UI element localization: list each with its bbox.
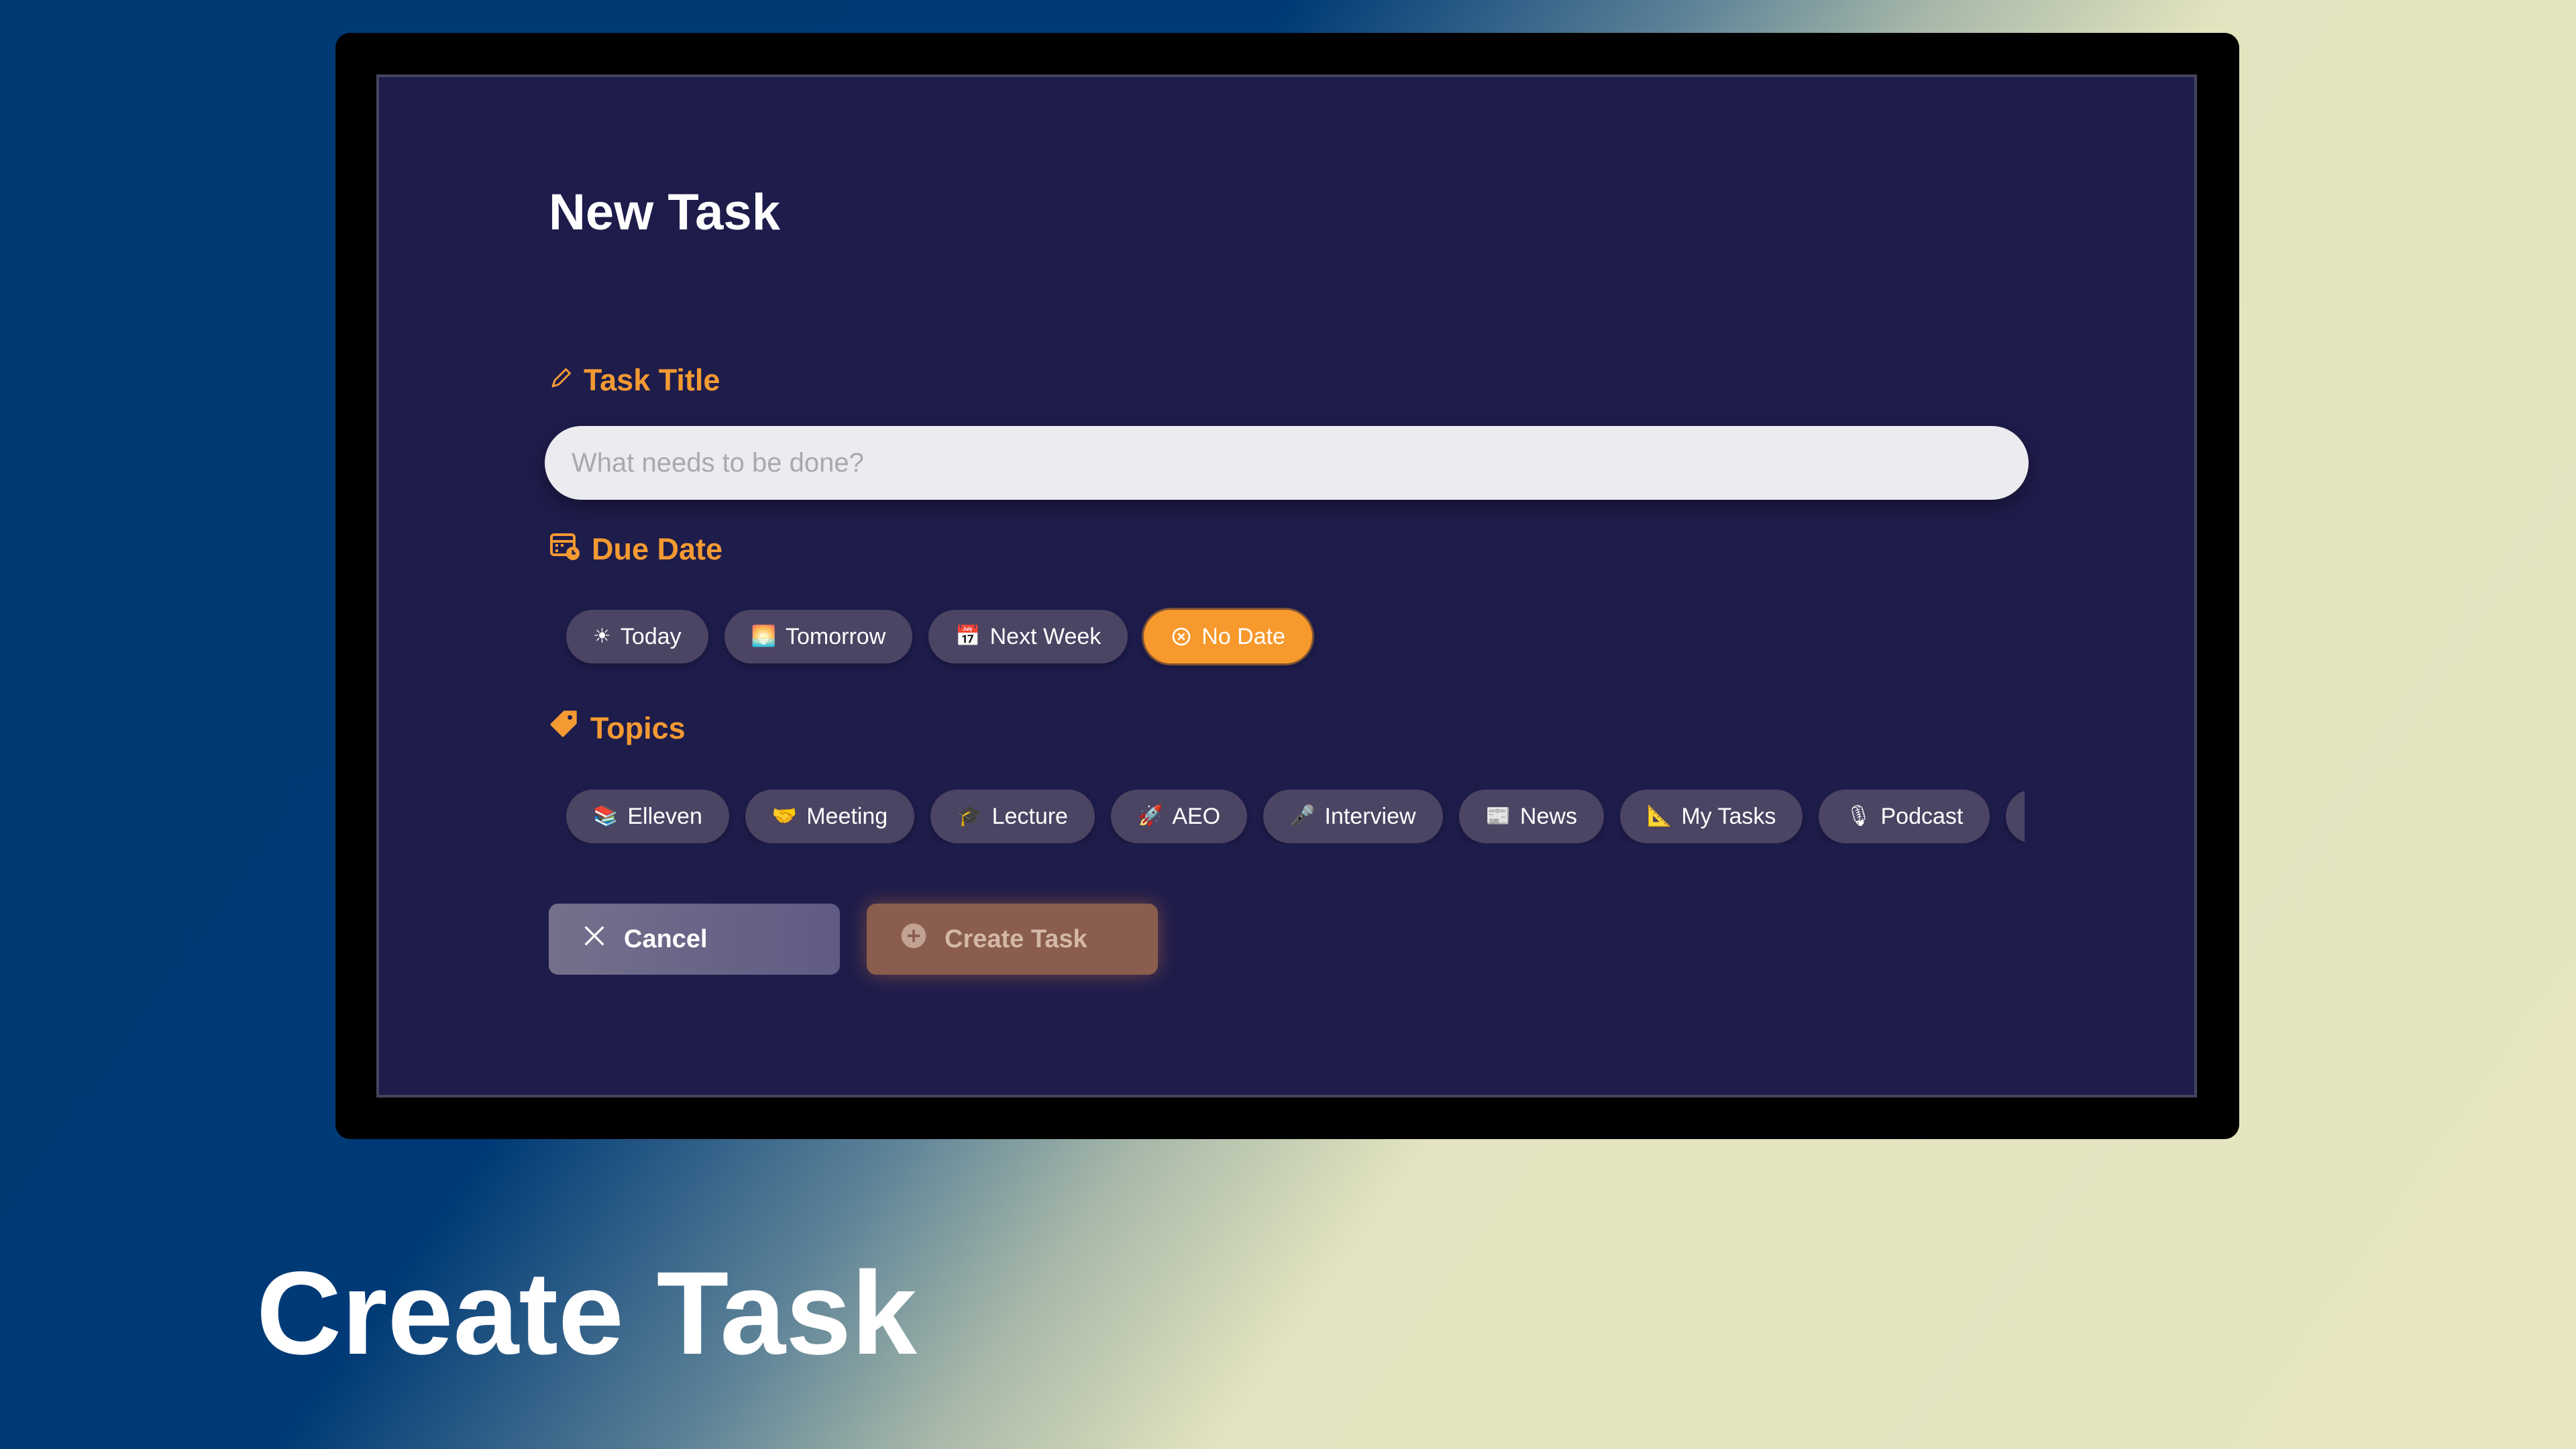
chip-label: Podcast (1880, 803, 1964, 829)
device-frame: New Task Task Title What needs to be don… (335, 33, 2239, 1139)
topics-label-text: Topics (590, 710, 686, 745)
cancel-button[interactable]: Cancel (549, 904, 840, 975)
cancel-button-label: Cancel (624, 924, 708, 953)
topic-news-chip[interactable]: 📰 News (1458, 790, 1604, 843)
studio-microphone-icon: 🎙 (1845, 805, 1872, 827)
task-title-label-text: Task Title (584, 363, 720, 397)
task-title-input[interactable] (545, 426, 2029, 500)
due-date-options: ☀ Today 🌅 Tomorrow 📅 Next Week No Date (566, 610, 1312, 663)
tag-icon (549, 709, 580, 747)
topic-meeting-chip[interactable]: 🤝 Meeting (745, 790, 915, 843)
app-screen: New Task Task Title What needs to be don… (376, 74, 2197, 1097)
plus-circle-icon (899, 921, 928, 957)
no-date-icon (1171, 626, 1192, 647)
create-task-button[interactable]: Create Task (867, 904, 1158, 975)
promo-caption: Create Task (256, 1248, 917, 1379)
promo-background: New Task Task Title What needs to be don… (0, 0, 2576, 1449)
calendar-icon: 📅 (955, 625, 981, 647)
chip-label: No Date (1201, 623, 1285, 649)
topics-label: Topics (549, 709, 686, 747)
handshake-icon: 🤝 (771, 805, 798, 827)
due-date-label: Due Date (549, 529, 722, 569)
chip-label: Elleven (627, 803, 702, 829)
sun-icon: ☀ (593, 625, 611, 647)
chip-label: Tomorrow (786, 623, 886, 649)
topic-elleven-chip[interactable]: 📚 Elleven (566, 790, 729, 843)
topic-chart-chip[interactable]: 📊 (2006, 790, 2025, 843)
chip-label: Lecture (991, 803, 1068, 829)
topic-podcast-chip[interactable]: 🎙 Podcast (1819, 790, 1990, 843)
chip-label: News (1519, 803, 1577, 829)
create-task-button-label: Create Task (945, 924, 1087, 953)
due-tomorrow-chip[interactable]: 🌅 Tomorrow (724, 610, 913, 663)
due-no-date-chip[interactable]: No Date (1144, 610, 1312, 663)
chip-label: Next Week (989, 623, 1102, 649)
calendar-clock-icon (549, 529, 581, 569)
task-title-label: Task Title (549, 363, 720, 398)
topic-lecture-chip[interactable]: 🎓 Lecture (930, 790, 1095, 843)
due-today-chip[interactable]: ☀ Today (566, 610, 708, 663)
rocket-icon: 🚀 (1137, 805, 1163, 827)
newspaper-icon: 📰 (1485, 805, 1511, 827)
close-icon (581, 922, 608, 956)
chip-label: Interview (1324, 803, 1416, 829)
due-date-label-text: Due Date (592, 531, 723, 566)
sunrise-icon: 🌅 (751, 625, 776, 647)
triangle-ruler-icon: 📐 (1646, 805, 1672, 827)
pencil-icon (549, 363, 573, 398)
microphone-icon: 🎤 (1290, 805, 1316, 827)
topic-my-tasks-chip[interactable]: 📐 My Tasks (1619, 790, 1803, 843)
dialog-title: New Task (549, 184, 780, 241)
chip-label: My Tasks (1681, 803, 1776, 829)
books-icon: 📚 (593, 805, 619, 827)
chip-label: AEO (1172, 803, 1221, 829)
topic-aeo-chip[interactable]: 🚀 AEO (1110, 790, 1248, 843)
graduation-cap-icon: 🎓 (957, 805, 983, 827)
chip-label: Today (620, 623, 682, 649)
topic-interview-chip[interactable]: 🎤 Interview (1263, 790, 1443, 843)
chip-label: Meeting (806, 803, 888, 829)
topics-options: 📚 Elleven 🤝 Meeting 🎓 Lecture 🚀 AEO 🎤 In… (566, 790, 2025, 843)
due-next-week-chip[interactable]: 📅 Next Week (928, 610, 1128, 663)
